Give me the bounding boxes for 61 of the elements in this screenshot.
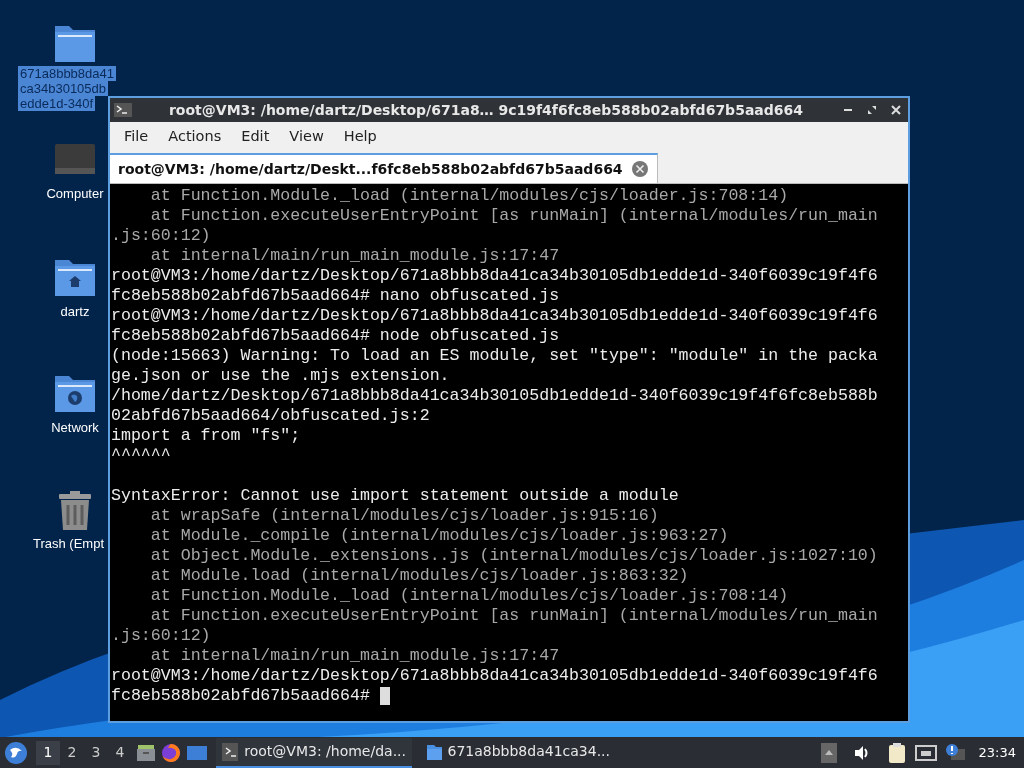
network-icon[interactable] — [914, 743, 937, 762]
desktop-icon-label[interactable]: 671a8bbb8da41 — [18, 66, 116, 81]
desktop-icon-label[interactable]: Computer — [44, 186, 106, 201]
terminal-line: at internal/main/run_main_module.js:17:47 — [149, 246, 561, 266]
menu-item[interactable]: Actions — [158, 123, 232, 151]
terminal-line: root@VM3:/home/dartz/Desktop/671a8bbb8da41ca34b30105db1edde1d-340f6039c19f4f6 — [111, 266, 879, 286]
text-cursor — [379, 687, 390, 705]
menu-item[interactable]: Edit — [231, 123, 280, 151]
menu-item[interactable]: Help — [333, 123, 387, 151]
taskbar-task[interactable]: root@VM3: /home/da... — [216, 737, 412, 768]
terminal-line: 02abfd67b5aad664/obfuscated.js:2 — [111, 406, 431, 426]
clipboard-icon[interactable] — [886, 741, 907, 764]
terminal-line: /home/dartz/Desktop/671a8bbb8da41ca34b30105db1edde1d-340f6039c19f4f6fc8eb588b — [111, 386, 879, 406]
close-tab-icon[interactable] — [630, 160, 649, 178]
terminal-line: fc8eb588b02abfd67b5aad664# nano obfuscated.js — [111, 286, 561, 306]
terminal-icon — [222, 742, 239, 761]
terminal-line: root@VM3:/home/dartz/Desktop/671a8bbb8da41ca34b30105db1edde1d-340f6039c19f4f6 — [111, 306, 879, 326]
update-notification-icon[interactable] — [944, 742, 967, 763]
terminal-line: .js:60:12) — [111, 226, 212, 246]
desktop-icon-label[interactable]: dartz — [58, 304, 92, 319]
desktop-icon-label[interactable]: Trash (Empt — [30, 536, 106, 551]
desktop-icon-label[interactable]: Network — [49, 420, 101, 435]
terminal-line: ge.json or use the .mjs extension. — [111, 366, 451, 386]
start-menu-icon[interactable] — [4, 740, 28, 765]
desktop-icon-label[interactable]: edde1d-340f — [18, 96, 95, 111]
workspace-button[interactable]: 4 — [108, 740, 132, 765]
maximize-icon[interactable] — [867, 105, 877, 115]
terminal-line: SyntaxError: Cannot use import statement outside a module — [111, 486, 680, 506]
terminal-line: fc8eb588b02abfd67b5aad664# node obfuscated.js — [111, 326, 561, 346]
terminal-line: import a from "fs"; — [111, 426, 302, 446]
workspace-button[interactable]: 2 — [60, 740, 84, 765]
terminal-tab[interactable]: root@VM3: /home/dartz/Deskt...f6fc8eb588b02abfd67b5aad664 — [110, 153, 658, 183]
terminal-icon — [114, 103, 132, 117]
workspace-button[interactable]: 1 — [36, 740, 60, 765]
desktop-icon-label[interactable]: ca34b30105db — [18, 81, 109, 96]
folder-icon — [426, 742, 442, 761]
terminal-line: at Function.Module._load (internal/modules/cjs/loader.js:708:14) — [149, 586, 790, 606]
clock[interactable]: 23:34 — [978, 742, 1016, 763]
show-desktop-icon[interactable] — [186, 743, 208, 762]
tray-expand-icon[interactable] — [820, 742, 837, 763]
terminal-line: at Function.executeUserEntryPoint [as runMain] (internal/modules/run_main — [149, 206, 879, 226]
terminal-line: fc8eb588b02abfd67b5aad664# — [111, 686, 370, 706]
menu-item[interactable]: File — [114, 123, 159, 151]
taskbar-task[interactable]: 671a8bbb8da41ca34... — [420, 737, 616, 768]
workspace-button[interactable]: 3 — [84, 740, 108, 765]
terminal-line: at internal/main/run_main_module.js:17:47 — [149, 646, 561, 666]
terminal-line: at Object.Module._extensions..js (internal/modules/cjs/loader.js:1027:10) — [149, 546, 879, 566]
close-icon[interactable] — [891, 105, 901, 115]
terminal-line: .js:60:12) — [111, 626, 212, 646]
terminal-line: at Module.load (internal/modules/cjs/loader.js:863:32) — [149, 566, 690, 586]
terminal-line: (node:15663) Warning: To load an ES module, set "type": "module" in the packa — [111, 346, 879, 366]
terminal-line: ^^^^^^ — [111, 446, 172, 466]
menu-item[interactable]: View — [279, 123, 334, 151]
terminal-line: root@VM3:/home/dartz/Desktop/671a8bbb8da41ca34b30105db1edde1d-340f6039c19f4f6 — [111, 666, 879, 686]
file-manager-icon[interactable] — [136, 742, 156, 763]
terminal-line: at Module._compile (internal/modules/cjs/loader.js:963:27) — [149, 526, 730, 546]
terminal-line: at Function.Module._load (internal/modules/cjs/loader.js:708:14) — [149, 186, 790, 206]
browser-icon[interactable] — [160, 741, 182, 764]
terminal-line: at Function.executeUserEntryPoint [as runMain] (internal/modules/run_main — [149, 606, 879, 626]
window-title: root@VM3: /home/dartz/Desktop/671a8… 9c19f4f6fc8eb588b02abfd67b5aad664 — [168, 100, 804, 120]
terminal-line: at wrapSafe (internal/modules/cjs/loader.js:915:16) — [149, 506, 660, 526]
